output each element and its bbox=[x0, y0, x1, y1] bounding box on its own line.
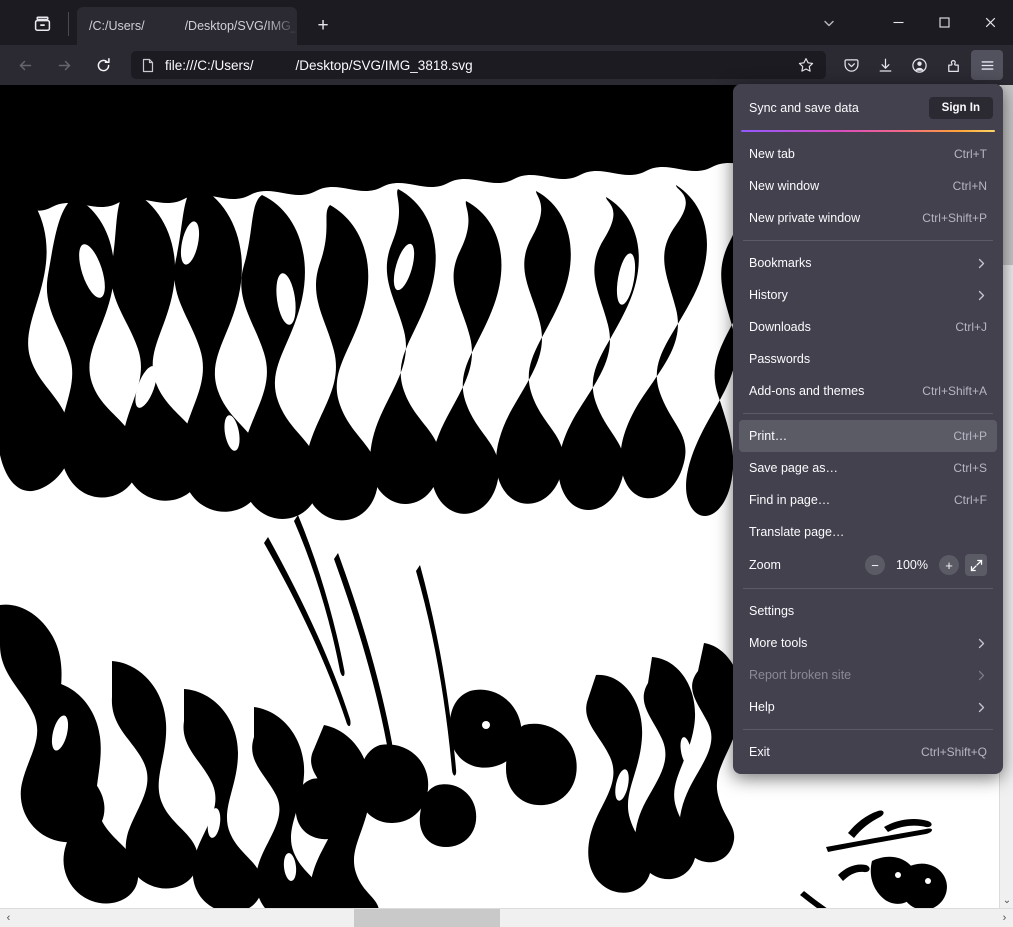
zoom-row: Zoom − 100% + bbox=[739, 548, 997, 582]
downloads-icon[interactable] bbox=[869, 50, 901, 80]
menu-item-more-tools[interactable]: More tools bbox=[739, 627, 997, 659]
url-bar[interactable]: file:///C:/Users/ /Desktop/SVG/IMG_3818.… bbox=[130, 50, 827, 80]
scroll-down-arrow-icon[interactable]: ⌄ bbox=[1000, 892, 1013, 908]
menu-item-history[interactable]: History bbox=[739, 279, 997, 311]
minimize-icon[interactable] bbox=[875, 0, 921, 45]
sync-label: Sync and save data bbox=[749, 101, 859, 115]
tab-bar: /C:/Users/ /Desktop/SVG/IMG_ ✕ + bbox=[0, 0, 1013, 45]
menu-separator bbox=[743, 729, 993, 730]
menu-item-accel: Ctrl+J bbox=[955, 320, 987, 334]
brand-gradient-divider bbox=[741, 130, 995, 132]
menu-separator bbox=[743, 413, 993, 414]
chevron-right-icon bbox=[976, 289, 987, 302]
firefox-view-button[interactable] bbox=[22, 7, 62, 41]
menu-item-exit[interactable]: Exit Ctrl+Shift+Q bbox=[739, 736, 997, 768]
reload-button[interactable] bbox=[86, 50, 120, 80]
menu-item-help[interactable]: Help bbox=[739, 691, 997, 723]
bookmark-star-icon[interactable] bbox=[792, 52, 820, 78]
chevron-down-icon[interactable] bbox=[809, 7, 849, 39]
tab-title-segment-1: /C:/Users/ bbox=[89, 19, 145, 33]
chevron-right-icon bbox=[976, 257, 987, 270]
horizontal-scrollbar[interactable]: ‹ › bbox=[0, 908, 1013, 927]
page-identity-icon bbox=[141, 58, 155, 73]
menu-item-label: Translate page… bbox=[749, 525, 845, 539]
url-text: file:///C:/Users/ /Desktop/SVG/IMG_3818.… bbox=[165, 58, 792, 73]
chevron-right-icon bbox=[976, 669, 987, 682]
menu-item-new-private-window[interactable]: New private window Ctrl+Shift+P bbox=[739, 202, 997, 234]
menu-item-new-tab[interactable]: New tab Ctrl+T bbox=[739, 138, 997, 170]
app-menu-button[interactable] bbox=[971, 50, 1003, 80]
navigation-toolbar: file:///C:/Users/ /Desktop/SVG/IMG_3818.… bbox=[0, 45, 1013, 85]
menu-item-settings[interactable]: Settings bbox=[739, 595, 997, 627]
menu-separator bbox=[743, 240, 993, 241]
extensions-icon[interactable] bbox=[937, 50, 969, 80]
menu-item-label: New private window bbox=[749, 211, 861, 225]
zoom-label: Zoom bbox=[749, 558, 781, 572]
menu-item-accel: Ctrl+P bbox=[953, 429, 987, 443]
browser-tab[interactable]: /C:/Users/ /Desktop/SVG/IMG_ ✕ bbox=[77, 7, 297, 45]
menu-item-label: New tab bbox=[749, 147, 795, 161]
application-menu-panel: Sync and save data Sign In New tab Ctrl+… bbox=[733, 84, 1003, 774]
horizontal-scrollbar-thumb[interactable] bbox=[354, 908, 500, 927]
menu-separator bbox=[743, 588, 993, 589]
menu-item-label: Add-ons and themes bbox=[749, 384, 865, 398]
forward-button[interactable] bbox=[47, 50, 81, 80]
chevron-right-icon bbox=[976, 701, 987, 714]
account-icon[interactable] bbox=[903, 50, 935, 80]
menu-item-save-page-as[interactable]: Save page as… Ctrl+S bbox=[739, 452, 997, 484]
menu-item-label: Report broken site bbox=[749, 668, 852, 682]
menu-item-accel: Ctrl+Shift+P bbox=[922, 211, 987, 225]
menu-item-label: More tools bbox=[749, 636, 808, 650]
menu-item-label: Settings bbox=[749, 604, 795, 618]
sync-and-save-row[interactable]: Sync and save data Sign In bbox=[739, 90, 997, 126]
zoom-out-button[interactable]: − bbox=[865, 555, 885, 575]
menu-item-label: Save page as… bbox=[749, 461, 838, 475]
menu-item-print[interactable]: Print… Ctrl+P bbox=[739, 420, 997, 452]
menu-item-label: History bbox=[749, 288, 788, 302]
maximize-icon[interactable] bbox=[921, 0, 967, 45]
new-tab-button[interactable]: + bbox=[307, 10, 339, 42]
menu-item-find-in-page[interactable]: Find in page… Ctrl+F bbox=[739, 484, 997, 516]
menu-item-downloads[interactable]: Downloads Ctrl+J bbox=[739, 311, 997, 343]
back-button[interactable] bbox=[8, 50, 42, 80]
pocket-icon[interactable] bbox=[835, 50, 867, 80]
menu-item-accel: Ctrl+F bbox=[954, 493, 987, 507]
menu-item-label: Exit bbox=[749, 745, 770, 759]
zoom-in-button[interactable]: + bbox=[939, 555, 959, 575]
menu-item-label: Print… bbox=[749, 429, 788, 443]
chevron-right-icon bbox=[976, 637, 987, 650]
zoom-controls: − 100% + bbox=[865, 554, 987, 576]
close-icon[interactable] bbox=[967, 0, 1013, 45]
fullscreen-icon[interactable] bbox=[965, 554, 987, 576]
menu-item-label: Passwords bbox=[749, 352, 811, 366]
browser-window: /C:/Users/ /Desktop/SVG/IMG_ ✕ + bbox=[0, 0, 1013, 927]
menu-item-accel: Ctrl+Shift+Q bbox=[920, 745, 987, 759]
menu-item-accel: Ctrl+N bbox=[952, 179, 987, 193]
menu-item-passwords[interactable]: Passwords bbox=[739, 343, 997, 375]
sign-in-button[interactable]: Sign In bbox=[928, 97, 993, 119]
titlebar-right-controls bbox=[809, 0, 1013, 45]
menu-item-accel: Ctrl+T bbox=[954, 147, 987, 161]
menu-item-label: New window bbox=[749, 179, 820, 193]
menu-item-label: Bookmarks bbox=[749, 256, 812, 270]
tabbar-divider bbox=[68, 12, 69, 36]
tab-title-segment-2: /Desktop/SVG/IMG_ bbox=[184, 19, 297, 33]
url-segment-2: /Desktop/SVG/IMG_3818.svg bbox=[295, 57, 473, 73]
menu-item-accel: Ctrl+S bbox=[953, 461, 987, 475]
menu-item-accel: Ctrl+Shift+A bbox=[922, 384, 987, 398]
menu-item-addons-and-themes[interactable]: Add-ons and themes Ctrl+Shift+A bbox=[739, 375, 997, 407]
menu-item-bookmarks[interactable]: Bookmarks bbox=[739, 247, 997, 279]
tab-title: /C:/Users/ /Desktop/SVG/IMG_ bbox=[89, 19, 297, 33]
menu-item-label: Help bbox=[749, 700, 775, 714]
menu-item-label: Downloads bbox=[749, 320, 811, 334]
menu-item-label: Find in page… bbox=[749, 493, 831, 507]
scroll-right-arrow-icon[interactable]: › bbox=[996, 909, 1013, 927]
menu-item-translate-page[interactable]: Translate page… bbox=[739, 516, 997, 548]
url-segment-1: file:///C:/Users/ bbox=[165, 57, 254, 73]
zoom-level-value: 100% bbox=[896, 558, 928, 572]
scroll-left-arrow-icon[interactable]: ‹ bbox=[0, 909, 17, 927]
menu-item-report-broken-site: Report broken site bbox=[739, 659, 997, 691]
horizontal-scrollbar-track[interactable] bbox=[17, 908, 996, 927]
menu-item-new-window[interactable]: New window Ctrl+N bbox=[739, 170, 997, 202]
